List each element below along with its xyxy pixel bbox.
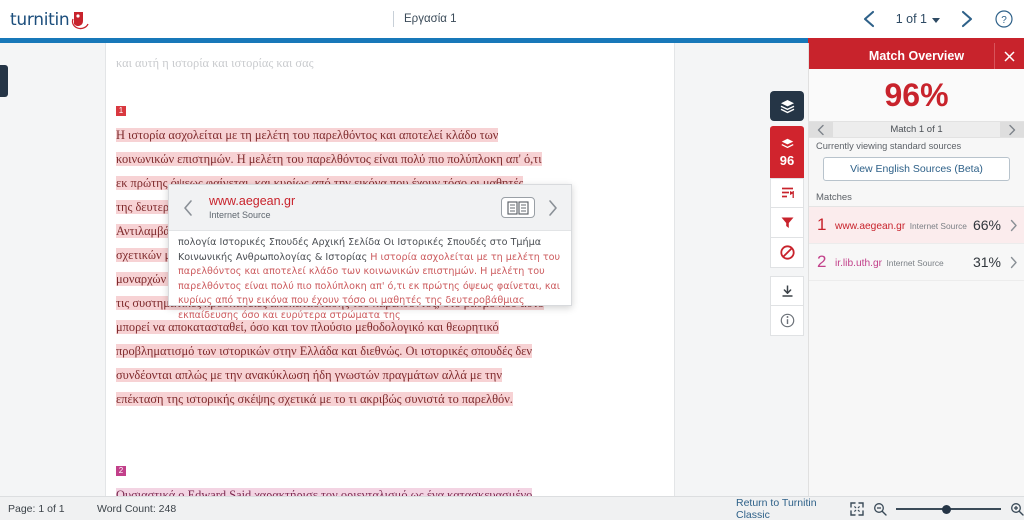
word-count-status: Word Count: 248 [97, 502, 177, 515]
similarity-score-value: 96 [779, 152, 795, 168]
source-type: Internet Source [209, 209, 271, 220]
previous-match-button[interactable] [809, 122, 833, 137]
document-line-blank [116, 75, 516, 99]
view-english-sources-button[interactable]: View English Sources (Beta) [823, 157, 1010, 181]
match-source-info: www.aegean.gr Internet Source [835, 216, 973, 234]
document-line-blank [116, 435, 516, 459]
document-line-text: Η ιστορία ασχολείται με τη μελέτη του πα… [116, 128, 499, 142]
status-bar-right: Return to Turnitin Classic [736, 496, 1024, 520]
filter-funnel-icon[interactable] [770, 208, 804, 238]
previous-page-button[interactable] [856, 6, 882, 32]
source-excerpt: πολογία Ιστορικές Σπουδές Αρχική Σελίδα … [169, 231, 571, 323]
side-by-side-view-icon[interactable] [501, 197, 535, 218]
document-line-text: προβληματισμό των ιστορικών στην Ελλάδα … [116, 344, 532, 358]
match-source-info: ir.lib.uth.gr Internet Source [835, 253, 973, 271]
return-to-classic-link[interactable]: Return to Turnitin Classic [736, 497, 841, 520]
turnitin-feedback-studio: turnitin Εργασία 1 1 of 1 ? και αυτή η ι… [0, 0, 1024, 520]
exclude-block-icon[interactable] [770, 238, 804, 268]
tool-rail: 96 [770, 91, 804, 336]
flags-report-icon[interactable] [770, 178, 804, 208]
help-circle-icon[interactable]: ? [994, 9, 1014, 29]
match-percentage: 31% [972, 254, 1001, 270]
match-source-type: Internet Source [886, 258, 944, 268]
rail-spacer [770, 268, 804, 276]
match-source-url: ir.lib.uth.gr [835, 258, 882, 269]
zoom-slider-handle[interactable] [942, 504, 951, 514]
previous-source-button[interactable] [177, 193, 199, 223]
document-line: προβληματισμό των ιστορικών στην Ελλάδα … [116, 339, 532, 363]
zoom-in-icon[interactable] [1010, 502, 1024, 516]
close-x-icon[interactable] [994, 43, 1024, 69]
document-line-text: επέκταση της ιστορικής σκέψης σχετικά με… [116, 392, 513, 406]
matches-header: Matches [809, 192, 1024, 207]
next-source-button[interactable] [541, 193, 563, 223]
page-indicator-dropdown[interactable]: 1 of 1 [896, 12, 940, 26]
brand-label: turnitin [10, 10, 70, 30]
layers-icon[interactable] [770, 91, 804, 121]
match-source-url: www.aegean.gr [835, 221, 906, 232]
document-line: και αυτή η ιστορία και ιστορίας και σας [116, 56, 314, 70]
info-circle-icon[interactable] [770, 306, 804, 336]
download-icon[interactable] [770, 276, 804, 306]
document-line-blank [116, 411, 516, 435]
match-list-item[interactable]: 1 www.aegean.gr Internet Source 66% [809, 207, 1024, 244]
zoom-slider[interactable] [896, 502, 1001, 516]
match-overview-sidebar: Match Overview 96% Match 1 of 1 Currentl… [808, 43, 1024, 520]
chevron-right-icon[interactable] [1008, 219, 1018, 232]
next-match-button[interactable] [1000, 122, 1024, 137]
match-navigator: Match 1 of 1 [809, 121, 1024, 138]
match-marker-2[interactable]: 2 [116, 466, 126, 476]
app-header: turnitin Εργασία 1 1 of 1 ? [0, 0, 1024, 38]
match-source-type: Internet Source [909, 221, 967, 231]
source-preview-popup: www.aegean.gr Internet Source πολογία Ισ… [168, 184, 572, 321]
similarity-score-button[interactable]: 96 [770, 126, 804, 178]
document-title: Εργασία 1 [404, 13, 457, 25]
match-number: 1 [817, 215, 827, 234]
document-line-text: κοινωνικών επιστημών. Η μελέτη του παρελ… [116, 152, 542, 166]
similarity-percentage: 96% [809, 69, 1024, 121]
source-popup-header: www.aegean.gr Internet Source [169, 185, 571, 231]
sidebar-header: Match Overview [809, 43, 1024, 69]
page-status: Page: 1 of 1 [8, 502, 65, 515]
chevron-down-icon [932, 17, 940, 23]
match-list-item[interactable]: 2 ir.lib.uth.gr Internet Source 31% [809, 244, 1024, 281]
next-page-button[interactable] [954, 6, 980, 32]
document-title-group: Εργασία 1 [393, 11, 457, 27]
document-line-text: συνδέονται απλώς με την ανακύκλωση ήδη γ… [116, 368, 502, 382]
turnitin-logo[interactable]: turnitin [10, 8, 92, 32]
sidebar-title: Match Overview [868, 49, 965, 63]
matches-list: 1 www.aegean.gr Internet Source 66% 2 ir… [809, 207, 1024, 281]
svg-text:?: ? [1001, 15, 1007, 26]
page-indicator-label: 1 of 1 [895, 12, 927, 26]
source-url[interactable]: www.aegean.gr [209, 194, 495, 209]
source-meta: www.aegean.gr Internet Source [205, 194, 495, 222]
status-bar: Page: 1 of 1 Word Count: 248 [0, 496, 808, 520]
turnitin-logo-icon [70, 9, 92, 31]
viewing-sources-note: Currently viewing standard sources [809, 138, 1024, 155]
title-divider [393, 11, 394, 27]
match-marker-2-line: 2 [116, 459, 516, 483]
document-line-text: Ουσιαστικά ο Edward Said χαρακτήρισε τον… [116, 488, 533, 496]
page-navigation: 1 of 1 ? [856, 6, 1014, 32]
document-line: Η ιστορία ασχολείται με τη μελέτη του πα… [116, 123, 516, 147]
document-line: συνδέονται απλώς με την ανακύκλωση ήδη γ… [116, 363, 516, 387]
match-number: 2 [817, 252, 827, 271]
document-line: επέκταση της ιστορικής σκέψης σχετικά με… [116, 387, 516, 411]
fullscreen-expand-icon[interactable] [850, 501, 864, 516]
match-marker-1-line: 1 [116, 99, 516, 123]
chevron-right-icon[interactable] [1008, 256, 1018, 269]
match-marker-1[interactable]: 1 [116, 106, 126, 116]
zoom-out-icon[interactable] [873, 502, 887, 516]
document-viewer: και αυτή η ιστορία και ιστορίας και σας … [0, 43, 808, 496]
left-panel-handle[interactable] [0, 65, 8, 97]
match-percentage: 66% [972, 217, 1001, 233]
match-nav-label: Match 1 of 1 [890, 124, 943, 135]
document-line: Ουσιαστικά ο Edward Said χαρακτήρισε τον… [116, 483, 533, 496]
document-line: κοινωνικών επιστημών. Η μελέτη του παρελ… [116, 147, 542, 171]
